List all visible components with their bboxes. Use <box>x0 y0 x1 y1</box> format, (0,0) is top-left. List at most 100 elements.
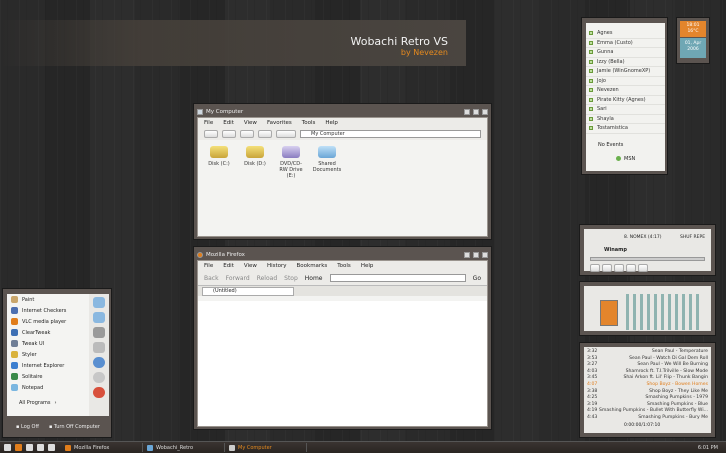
menu-history[interactable]: History <box>267 263 287 269</box>
documents-icon[interactable] <box>93 297 105 308</box>
stop-button[interactable]: Stop <box>284 275 298 282</box>
quicklaunch-firefox-icon[interactable] <box>15 444 22 451</box>
search-button[interactable] <box>258 130 272 138</box>
buddy-item[interactable]: Pirate Kitty (Agnes) <box>586 96 665 105</box>
minimize-button[interactable] <box>464 109 470 115</box>
close-button[interactable] <box>482 252 488 258</box>
msn-button[interactable]: MSN <box>586 148 665 162</box>
turn-off-button[interactable]: ▪ Turn Off Computer <box>49 424 100 430</box>
menu-view[interactable]: View <box>244 120 257 126</box>
program-item[interactable]: Solitaire <box>7 371 89 382</box>
close-button[interactable] <box>482 109 488 115</box>
winamp-equalizer-window[interactable] <box>579 281 716 336</box>
log-off-button[interactable]: ▪ Log Off <box>16 424 39 430</box>
menu-help[interactable]: Help <box>361 263 374 269</box>
menu-tools[interactable]: Tools <box>337 263 351 269</box>
playlist-row[interactable]: 3:45 Shai Arkon ft. Lil' Flip - Thunk Ban… <box>587 375 708 382</box>
buddy-item[interactable]: Gunna <box>586 48 665 58</box>
address-bar[interactable]: My Computer <box>300 130 481 138</box>
menu-tools[interactable]: Tools <box>302 120 316 126</box>
seek-bar[interactable] <box>590 257 705 261</box>
views-button[interactable] <box>276 130 296 138</box>
program-item[interactable]: Notepad <box>7 382 89 393</box>
stop-button[interactable] <box>626 264 636 272</box>
tab-untitled[interactable]: (Untitled) <box>202 287 294 296</box>
program-item[interactable]: Tweak UI <box>7 338 89 349</box>
buddy-item[interactable]: Agnes <box>586 29 665 39</box>
play-button[interactable] <box>602 264 612 272</box>
home-button[interactable]: Home <box>305 275 323 282</box>
menu-file[interactable]: File <box>204 263 213 269</box>
playlist-row-active[interactable]: 4:07 Shop Boyz - Bowen Homes <box>587 382 708 389</box>
my-computer-window[interactable]: My Computer File Edit View Favorites Too… <box>193 103 492 240</box>
buddy-item[interactable]: Emma (Custo) <box>586 39 665 48</box>
url-bar[interactable] <box>329 274 466 282</box>
minimize-button[interactable] <box>464 252 470 258</box>
pause-button[interactable] <box>614 264 624 272</box>
back-button[interactable] <box>204 130 218 138</box>
quicklaunch-shield-icon[interactable] <box>26 444 33 451</box>
menu-edit[interactable]: Edit <box>223 120 234 126</box>
window-titlebar[interactable]: My Computer <box>197 107 488 117</box>
buddy-item[interactable]: Jamie (WinGnomeXP) <box>586 67 665 77</box>
help-icon[interactable] <box>93 357 105 368</box>
program-item[interactable]: ClearTweak <box>7 327 89 338</box>
reload-button[interactable]: Reload <box>257 275 277 282</box>
playlist-row[interactable]: 3:27 Sean Paul - We Will Be Burning <box>587 362 708 369</box>
maximize-button[interactable] <box>473 109 479 115</box>
next-button[interactable] <box>638 264 648 272</box>
search-icon[interactable] <box>93 372 105 383</box>
menu-edit[interactable]: Edit <box>223 263 234 269</box>
winamp-playlist-window[interactable]: 3:32 Sean Paul - Temperature 3:53 Sean Pau… <box>579 342 716 438</box>
program-item[interactable]: Styler <box>7 349 89 360</box>
quicklaunch-desktop-icon[interactable] <box>48 444 55 451</box>
forward-button[interactable] <box>222 130 236 138</box>
winamp-main-window[interactable]: 8. NOMEX (4:17) SHUF REPE Winamp <box>579 224 716 276</box>
tray-clock[interactable]: 6:01 PM <box>698 445 718 451</box>
playlist-row[interactable]: 4:19 Smashing Pumpkins - Bullet With Butt… <box>587 408 708 415</box>
menu-bookmarks[interactable]: Bookmarks <box>297 263 328 269</box>
control-panel-icon[interactable] <box>93 342 105 353</box>
menu-favorites[interactable]: Favorites <box>267 120 292 126</box>
all-programs-button[interactable]: All Programs › <box>7 397 89 408</box>
start-menu-footer: ▪ Log Off ▪ Turn Off Computer <box>7 418 109 436</box>
prev-button[interactable] <box>590 264 600 272</box>
back-button[interactable]: Back <box>204 275 219 282</box>
page-content[interactable] <box>198 301 487 426</box>
my-computer-icon[interactable] <box>93 327 105 338</box>
program-item[interactable]: Internet Explorer <box>7 360 89 371</box>
menu-file[interactable]: File <box>204 120 213 126</box>
buddy-item[interactable]: Izzy (Bella) <box>586 58 665 67</box>
forward-button[interactable]: Forward <box>226 275 250 282</box>
up-button[interactable] <box>240 130 254 138</box>
drive-item[interactable]: Shared Documents <box>312 146 342 173</box>
window-titlebar[interactable]: Mozilla Firefox <box>197 250 488 260</box>
maximize-button[interactable] <box>473 252 479 258</box>
taskbar-task-active[interactable]: My Computer <box>225 443 307 452</box>
menu-help[interactable]: Help <box>325 120 338 126</box>
quicklaunch-headphones-icon[interactable] <box>37 444 44 451</box>
start-button[interactable] <box>4 444 11 451</box>
buddy-item[interactable]: Sari <box>586 105 665 115</box>
menu-view[interactable]: View <box>244 263 257 269</box>
buddy-item[interactable]: Tostamistica <box>586 124 665 134</box>
drive-item[interactable]: Disk (D:) <box>240 146 270 167</box>
buddy-item[interactable]: Nevezen <box>586 86 665 96</box>
program-item[interactable]: Internet Checkers <box>7 305 89 316</box>
taskbar-task[interactable]: Wobachi_Retro <box>143 443 225 452</box>
buddy-item[interactable]: Shayla <box>586 115 665 124</box>
program-item[interactable]: Paint <box>7 294 89 305</box>
buddy-item[interactable]: Jojo <box>586 77 665 86</box>
drive-item[interactable]: DVD/CD-RW Drive (E:) <box>276 146 306 179</box>
pictures-icon[interactable] <box>93 312 105 323</box>
playlist-row[interactable]: 4:25 Smashing Pumpkins - 1979 <box>587 395 708 402</box>
playlist-row[interactable]: 4:43 Smashing Pumpkins - Bury Me <box>587 415 708 422</box>
taskbar-task[interactable]: Mozilla Firefox <box>61 443 143 452</box>
eq-sliders[interactable] <box>626 294 701 330</box>
run-icon[interactable] <box>93 387 105 398</box>
firefox-window[interactable]: Mozilla Firefox File Edit View History B… <box>193 246 492 430</box>
program-item[interactable]: VLC media player <box>7 316 89 327</box>
playlist-row[interactable]: 3:32 Sean Paul - Temperature <box>587 349 708 356</box>
go-button[interactable]: Go <box>473 275 481 282</box>
drive-item[interactable]: Disk (C:) <box>204 146 234 167</box>
